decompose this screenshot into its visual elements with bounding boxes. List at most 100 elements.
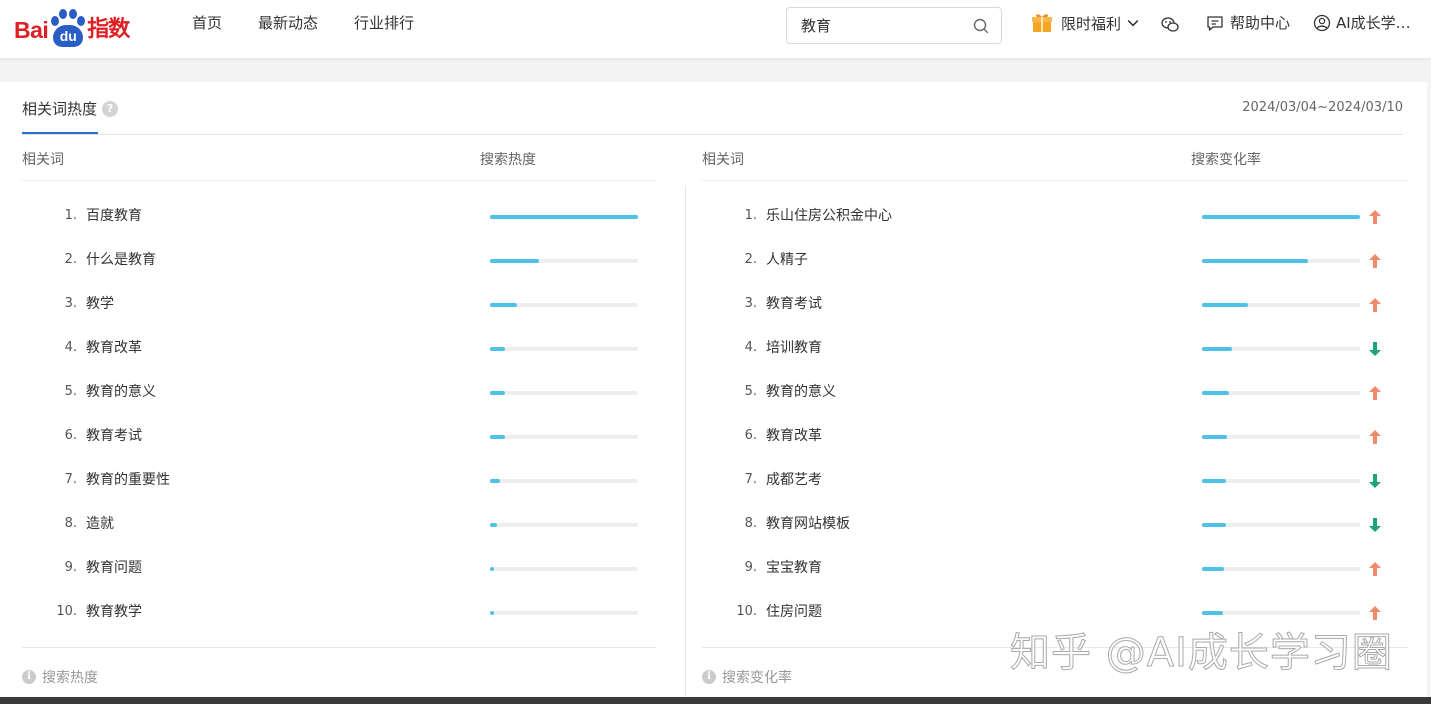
bar-fill	[1202, 567, 1225, 571]
tab-divider	[22, 134, 1403, 135]
ranking-row[interactable]: 3. 教学	[55, 293, 114, 313]
related-word[interactable]: 教育的意义	[766, 381, 836, 401]
ranking-row[interactable]: 5. 教育的意义	[735, 381, 836, 401]
bar-track	[1202, 435, 1360, 439]
ranking-row[interactable]: 10. 住房问题	[735, 601, 822, 621]
user-menu[interactable]: AI成长学…	[1313, 12, 1411, 33]
bar-fill	[1202, 479, 1226, 483]
related-word[interactable]: 百度教育	[86, 205, 142, 225]
column-divider	[685, 186, 686, 704]
right-header-divider	[702, 180, 1408, 181]
rank-number: 3.	[64, 295, 77, 311]
related-word[interactable]: 住房问题	[766, 601, 822, 621]
tab-related-word-heat[interactable]: 相关词热度 ?	[22, 98, 119, 119]
bar-fill	[490, 347, 505, 351]
wechat-button[interactable]	[1161, 16, 1179, 34]
gift-icon	[1032, 14, 1052, 32]
bar-track	[490, 303, 638, 307]
bar-fill	[490, 523, 498, 527]
related-word[interactable]: 教学	[86, 293, 114, 313]
rank-number: 10.	[736, 603, 757, 619]
logo-text-bai: Bai	[14, 17, 49, 43]
bar-fill	[490, 479, 501, 483]
related-word[interactable]: 教育网站模板	[766, 513, 850, 533]
ranking-row[interactable]: 3. 教育考试	[735, 293, 822, 313]
related-word[interactable]: 教育的意义	[86, 381, 156, 401]
right-footer-label: 搜索变化率	[722, 670, 792, 686]
related-word[interactable]: 成都艺考	[766, 469, 822, 489]
ranking-row[interactable]: 9. 教育问题	[55, 557, 142, 577]
rank-number: 9.	[64, 559, 77, 575]
related-word[interactable]: 教育教学	[86, 601, 142, 621]
ranking-row[interactable]: 1. 乐山住房公积金中心	[735, 205, 892, 225]
arrow-up-icon	[1369, 430, 1381, 444]
ranking-row[interactable]: 8. 造就	[55, 513, 114, 533]
ranking-row[interactable]: 2. 什么是教育	[55, 249, 156, 269]
related-word[interactable]: 教育考试	[86, 425, 142, 445]
ranking-row[interactable]: 4. 教育改革	[55, 337, 142, 357]
ranking-row[interactable]: 7. 成都艺考	[735, 469, 822, 489]
question-icon[interactable]: ?	[102, 100, 119, 117]
arrow-up-icon	[1369, 254, 1381, 268]
bar-track	[490, 391, 638, 395]
search-icon[interactable]	[973, 18, 989, 34]
help-center-link[interactable]: 帮助中心	[1206, 12, 1290, 33]
left-col-word-header: 相关词	[22, 152, 64, 168]
ranking-row[interactable]: 4. 培训教育	[735, 337, 822, 357]
right-footer-title: i 搜索变化率	[702, 667, 792, 687]
bar-fill	[1202, 391, 1229, 395]
related-word[interactable]: 造就	[86, 513, 114, 533]
rank-number: 9.	[744, 559, 757, 575]
related-word[interactable]: 培训教育	[766, 337, 822, 357]
user-name-label: AI成长学…	[1336, 14, 1411, 32]
ranking-row[interactable]: 1. 百度教育	[55, 205, 142, 225]
message-icon	[1207, 15, 1223, 31]
related-word[interactable]: 乐山住房公积金中心	[766, 205, 892, 225]
search-input[interactable]	[801, 16, 961, 34]
related-word[interactable]: 教育问题	[86, 557, 142, 577]
baidu-index-logo[interactable]: Bai du 指数	[14, 6, 130, 50]
rank-number: 2.	[744, 251, 757, 267]
user-icon	[1313, 14, 1331, 31]
rank-number: 3.	[744, 295, 757, 311]
search-box[interactable]	[786, 7, 1002, 44]
ranking-row[interactable]: 7. 教育的重要性	[55, 469, 170, 489]
bar-fill	[490, 215, 638, 219]
limited-offer-menu[interactable]: 限时福利	[1031, 12, 1139, 34]
related-word[interactable]: 什么是教育	[86, 249, 156, 269]
bar-track	[1202, 391, 1360, 395]
rank-number: 2.	[64, 251, 77, 267]
info-icon: i	[22, 670, 36, 684]
related-word[interactable]: 教育考试	[766, 293, 822, 313]
related-word[interactable]: 教育的重要性	[86, 469, 170, 489]
bar-fill	[1202, 259, 1308, 263]
rank-number: 6.	[64, 427, 77, 443]
right-col-word-header: 相关词	[702, 152, 744, 168]
ranking-row[interactable]: 6. 教育改革	[735, 425, 822, 445]
ranking-row[interactable]: 9. 宝宝教育	[735, 557, 822, 577]
ranking-row[interactable]: 2. 人精子	[735, 249, 808, 269]
rank-number: 10.	[56, 603, 77, 619]
related-word[interactable]: 人精子	[766, 249, 808, 269]
ranking-row[interactable]: 6. 教育考试	[55, 425, 142, 445]
nav-item-latest-news[interactable]: 最新动态	[258, 12, 318, 34]
ranking-row[interactable]: 8. 教育网站模板	[735, 513, 850, 533]
left-col-metric-header: 搜索热度	[480, 152, 536, 168]
main-nav: 首页 最新动态 行业排行	[192, 12, 450, 34]
ranking-row[interactable]: 10. 教育教学	[55, 601, 142, 621]
rank-number: 7.	[744, 471, 757, 487]
bar-track	[490, 347, 638, 351]
rank-number: 1.	[64, 207, 77, 223]
rank-number: 5.	[744, 383, 757, 399]
help-center-label: 帮助中心	[1230, 14, 1291, 32]
bar-fill	[1202, 215, 1360, 219]
related-word[interactable]: 宝宝教育	[766, 557, 822, 577]
nav-item-home[interactable]: 首页	[192, 12, 222, 34]
related-word[interactable]: 教育改革	[766, 425, 822, 445]
bar-track	[1202, 523, 1360, 527]
ranking-row[interactable]: 5. 教育的意义	[55, 381, 156, 401]
bar-track	[490, 523, 638, 527]
related-word[interactable]: 教育改革	[86, 337, 142, 357]
nav-item-industry-rank[interactable]: 行业排行	[354, 12, 414, 34]
bar-track	[490, 567, 638, 571]
